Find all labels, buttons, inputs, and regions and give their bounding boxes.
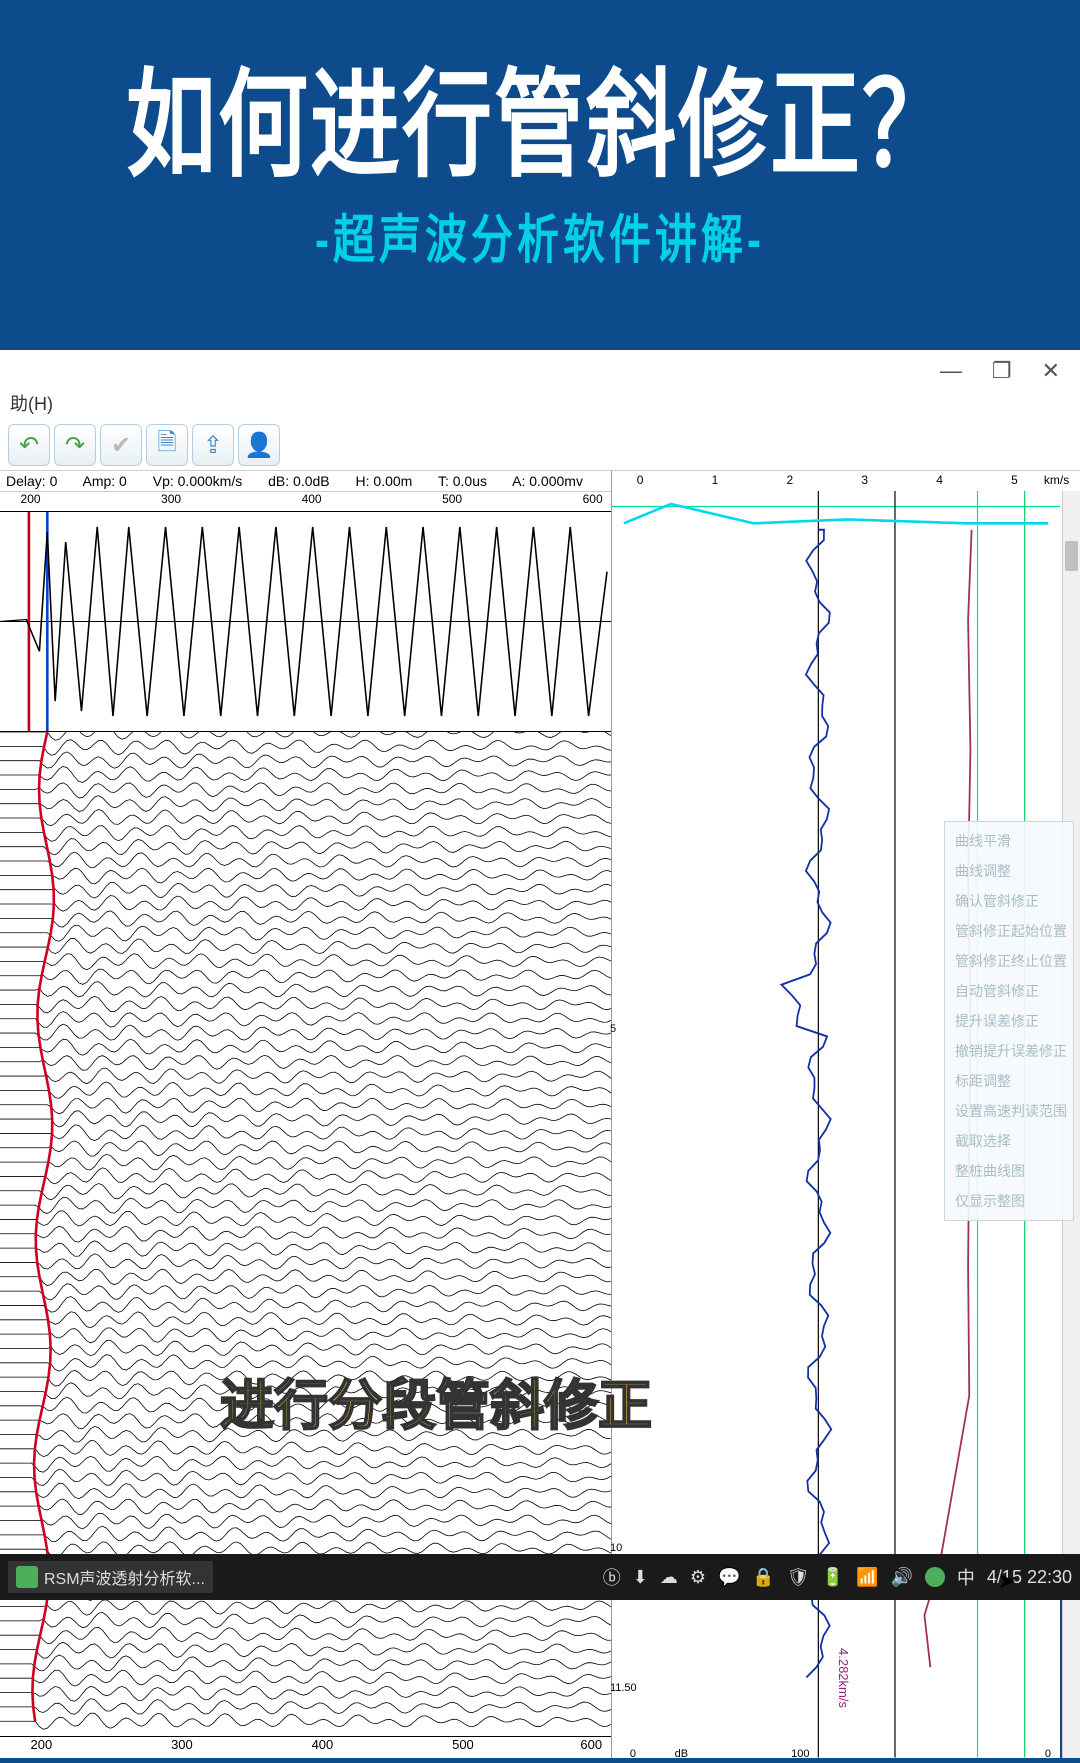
ruler-tick: 400 [312, 1737, 334, 1752]
tray-icon[interactable]: 🔒 [752, 1567, 774, 1588]
ruler-tick: 200 [31, 1737, 53, 1752]
page-icon[interactable]: 🗎 [146, 424, 188, 466]
page-title: 如何进行管斜修正？ [0, 31, 1080, 200]
db-tick: dB [675, 1748, 688, 1760]
taskbar[interactable]: RSM声波透射分析软... ⓑ ⬇ ☁ ⚙ 💬 🔒 🛡 🔋 📶 🔊 中 4/15… [0, 1554, 1080, 1600]
ruler-tick: 600 [580, 1737, 602, 1752]
redo-icon[interactable]: ↷ [54, 424, 96, 466]
context-menu[interactable]: 曲线平滑 曲线调整 确认管斜修正 管斜修正起始位置 管斜修正终止位置 自动管斜修… [944, 821, 1074, 1221]
ruler-tick: 0 [637, 473, 644, 487]
ruler-tick: 300 [161, 492, 181, 506]
ruler-tick: 3 [861, 473, 868, 487]
db-tick: 100 [791, 1748, 809, 1760]
close-button[interactable]: ✕ [1042, 358, 1060, 384]
waveform-panel[interactable] [0, 512, 611, 732]
menu-help[interactable]: 助(H) [0, 386, 1080, 420]
depth-tick: 11.50 [610, 1682, 637, 1694]
battery-icon[interactable]: 🔋 [822, 1567, 844, 1588]
depth-tick: 5 [610, 1023, 616, 1035]
time-ruler-bottom: 200 300 400 500 600 [0, 1736, 611, 1758]
wifi-icon[interactable]: 📶 [856, 1567, 878, 1588]
lang-label[interactable]: 中 [957, 1564, 975, 1590]
status-t: T: 0.0us [438, 473, 487, 489]
ruler-tick: 500 [452, 1737, 474, 1752]
menu-item[interactable]: 确认管斜修正 [945, 886, 1073, 916]
ruler-tick: 200 [21, 492, 41, 506]
db-tick: 0 [630, 1748, 636, 1760]
velocity-ruler: 0 1 2 3 4 5 km/s [612, 471, 1080, 491]
ruler-tick: 2 [786, 473, 793, 487]
tray-icon[interactable]: ⚙ [690, 1567, 706, 1588]
maximize-button[interactable]: ❐ [992, 358, 1012, 384]
status-amp: Amp: 0 [82, 473, 126, 489]
caption-overlay: 进行分段管斜修正 [220, 1361, 652, 1440]
ruler-tick: 600 [583, 492, 603, 506]
minimize-button[interactable]: — [940, 358, 962, 384]
menu-item[interactable]: 整桩曲线图 [945, 1156, 1073, 1186]
check-icon[interactable]: ✔ [100, 424, 142, 466]
shield-icon[interactable]: 🛡 [787, 1567, 810, 1588]
export-icon[interactable]: ⇪ [192, 424, 234, 466]
status-delay: Delay: 0 [6, 473, 57, 489]
tray-icon[interactable]: ⬇ [633, 1567, 648, 1588]
ruler-tick: 1 [712, 473, 719, 487]
menu-item[interactable]: 管斜修正终止位置 [945, 946, 1073, 976]
tray-icon[interactable]: ☁ [660, 1567, 678, 1588]
menu-item[interactable]: 曲线平滑 [945, 826, 1073, 856]
scroll-thumb[interactable] [1065, 541, 1078, 571]
status-db: dB: 0.0dB [268, 473, 330, 489]
velocity-label: 4.282km/s [836, 1648, 851, 1708]
time-ruler-top: 200 300 400 500 600 [0, 492, 611, 512]
menu-item[interactable]: 提升误差修正 [945, 1006, 1073, 1036]
volume-icon[interactable]: 🔊 [891, 1567, 913, 1588]
menu-item[interactable]: 仅显示整图 [945, 1186, 1073, 1216]
taskbar-app[interactable]: RSM声波透射分析软... [8, 1561, 213, 1593]
app-icon [16, 1566, 38, 1588]
menu-item[interactable]: 截取选择 [945, 1126, 1073, 1156]
ruler-tick: 4 [936, 473, 943, 487]
undo-icon[interactable]: ↶ [8, 424, 50, 466]
ruler-tick: 300 [171, 1737, 193, 1752]
taskbar-app-label: RSM声波透射分析软... [44, 1565, 205, 1589]
status-a: A: 0.000mv [512, 473, 583, 489]
menu-item[interactable]: 设置高速判读范围 [945, 1096, 1073, 1126]
lang-indicator-icon[interactable] [925, 1567, 945, 1587]
status-vp: Vp: 0.000km/s [153, 473, 243, 489]
ruler-tick: 400 [302, 492, 322, 506]
menu-item[interactable]: 自动管斜修正 [945, 976, 1073, 1006]
status-line: Delay: 0 Amp: 0 Vp: 0.000km/s dB: 0.0dB … [0, 471, 611, 492]
menu-item[interactable]: 标距调整 [945, 1066, 1073, 1096]
user-icon[interactable]: 👤 [238, 424, 280, 466]
cursor-icon: ➤ [998, 1568, 1016, 1594]
ruler-tick: 5 [1011, 473, 1018, 487]
toolbar: ↶ ↷ ✔ 🗎 ⇪ 👤 [0, 420, 1080, 471]
page-subtitle: -超声波分析软件讲解- [0, 197, 1080, 273]
depth-tick: 10 [610, 1542, 622, 1554]
status-h: H: 0.00m [356, 473, 413, 489]
menu-item[interactable]: 管斜修正起始位置 [945, 916, 1073, 946]
menu-item[interactable]: 撤销提升误差修正 [945, 1036, 1073, 1066]
menu-item[interactable]: 曲线调整 [945, 856, 1073, 886]
db-tick: 0 [1045, 1748, 1051, 1760]
bluetooth-icon[interactable]: ⓑ [603, 1564, 621, 1590]
ruler-unit: km/s [1044, 473, 1069, 487]
ruler-tick: 500 [442, 492, 462, 506]
tray-icon[interactable]: 💬 [718, 1567, 740, 1588]
